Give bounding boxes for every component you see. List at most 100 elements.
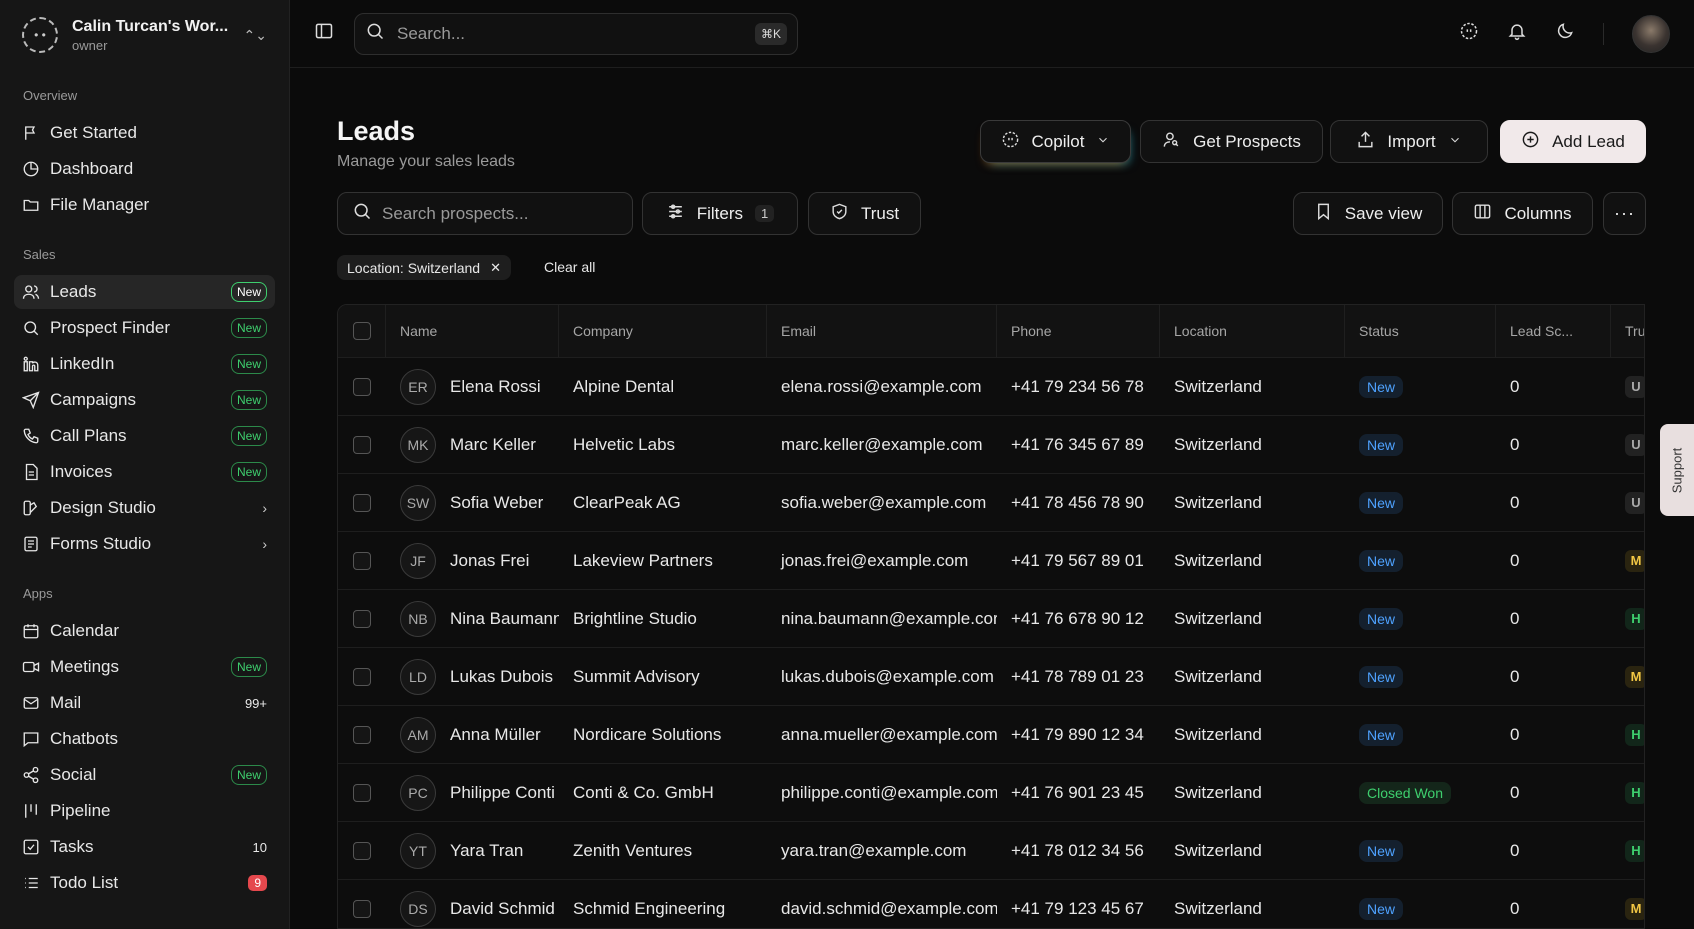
lead-name[interactable]: Anna Müller bbox=[450, 725, 541, 745]
phone-cell: +41 78 012 34 56 bbox=[1011, 840, 1144, 860]
row-select-cell bbox=[338, 532, 386, 589]
support-tab[interactable]: Support bbox=[1660, 424, 1694, 516]
save-view-button[interactable]: Save view bbox=[1293, 192, 1443, 235]
lead-name[interactable]: Lukas Dubois bbox=[450, 667, 553, 687]
lead-name[interactable]: Philippe Conti bbox=[450, 783, 555, 803]
lead-name[interactable]: Sofia Weber bbox=[450, 493, 543, 513]
sidebar-item-linkedin[interactable]: LinkedIn New bbox=[14, 347, 275, 381]
table-row[interactable]: AM Anna Müller Nordicare Solutions anna.mue… bbox=[338, 706, 1644, 764]
sidebar-item-todo-list[interactable]: Todo List 9 bbox=[14, 866, 275, 900]
table-row[interactable]: NB Nina Baumann Brightline Studio nina.baum… bbox=[338, 590, 1644, 648]
trust-badge: M bbox=[1625, 665, 1644, 688]
new-badge: New bbox=[230, 390, 267, 410]
row-checkbox[interactable] bbox=[353, 493, 371, 512]
more-options-button[interactable]: ··· bbox=[1603, 192, 1646, 235]
column-header-status[interactable]: Status bbox=[1345, 305, 1496, 357]
trust-cell: U bbox=[1611, 358, 1644, 415]
status-cell: New bbox=[1345, 416, 1496, 473]
sidebar-item-forms-studio[interactable]: Forms Studio › bbox=[14, 527, 275, 561]
close-icon[interactable]: ✕ bbox=[490, 260, 501, 276]
lead-name[interactable]: Jonas Frei bbox=[450, 551, 529, 571]
sidebar-item-design-studio[interactable]: Design Studio › bbox=[14, 491, 275, 525]
lead-name[interactable]: Nina Baumann bbox=[450, 609, 559, 629]
table-row[interactable]: LD Lukas Dubois Summit Advisory lukas.duboi… bbox=[338, 648, 1644, 706]
avatar[interactable] bbox=[1632, 14, 1670, 53]
select-all-checkbox[interactable] bbox=[352, 322, 371, 340]
sidebar-item-file-manager[interactable]: File Manager bbox=[14, 188, 275, 222]
lead-name[interactable]: Marc Keller bbox=[450, 435, 536, 455]
column-header-location[interactable]: Location bbox=[1160, 305, 1345, 357]
topbar: Search... ⌘K bbox=[290, 0, 1694, 68]
sidebar-item-label: File Manager bbox=[50, 195, 150, 214]
status-cell: New bbox=[1345, 532, 1496, 589]
sidebar-item-mail[interactable]: Mail 99+ bbox=[14, 686, 275, 720]
get-prospects-button[interactable]: Get Prospects bbox=[1140, 120, 1323, 163]
lead-name[interactable]: Elena Rossi bbox=[450, 377, 541, 397]
prospect-search-placeholder: Search prospects... bbox=[382, 203, 529, 223]
global-search-input[interactable]: Search... ⌘K bbox=[354, 12, 798, 55]
moon-icon[interactable] bbox=[1555, 21, 1575, 46]
name-cell: ER Elena Rossi bbox=[386, 358, 559, 415]
column-header-lead-score[interactable]: Lead Sc... bbox=[1496, 305, 1611, 357]
sidebar-item-social[interactable]: Social New bbox=[14, 758, 275, 792]
column-header-phone[interactable]: Phone bbox=[997, 305, 1160, 357]
sidebar-item-campaigns[interactable]: Campaigns New bbox=[14, 383, 275, 417]
row-checkbox[interactable] bbox=[353, 609, 371, 628]
palette-icon bbox=[22, 499, 40, 517]
copilot-button[interactable]: Copilot bbox=[980, 120, 1131, 163]
row-checkbox[interactable] bbox=[353, 899, 371, 918]
column-header-company[interactable]: Company bbox=[559, 305, 767, 357]
table-row[interactable]: SW Sofia Weber ClearPeak AG sofia.weber@exa… bbox=[338, 474, 1644, 532]
row-checkbox[interactable] bbox=[353, 725, 371, 744]
filters-button[interactable]: Filters 1 bbox=[642, 192, 798, 235]
lead-name[interactable]: Yara Tran bbox=[450, 841, 523, 861]
table-row[interactable]: DS David Schmid Schmid Engineering david.sc… bbox=[338, 880, 1644, 928]
clear-all-link[interactable]: Clear all bbox=[544, 259, 595, 275]
filter-chip[interactable]: Location: Switzerland ✕ bbox=[337, 255, 511, 280]
sidebar-item-get-started[interactable]: Get Started bbox=[14, 116, 275, 150]
add-lead-button[interactable]: Add Lead bbox=[1500, 120, 1646, 163]
sidebar-item-chatbots[interactable]: Chatbots bbox=[14, 722, 275, 756]
search-icon bbox=[365, 21, 385, 46]
workspace-switcher[interactable]: • • Calin Turcan's Wor... owner ⌃⌄ bbox=[0, 0, 289, 70]
sidebar-item-dashboard[interactable]: Dashboard bbox=[14, 152, 275, 186]
row-checkbox[interactable] bbox=[353, 377, 371, 396]
row-checkbox[interactable] bbox=[353, 435, 371, 454]
avatar: YT bbox=[400, 832, 436, 869]
email-cell: jonas.frei@example.com bbox=[781, 550, 969, 570]
table-row[interactable]: JF Jonas Frei Lakeview Partners jonas.frei@… bbox=[338, 532, 1644, 590]
row-checkbox[interactable] bbox=[353, 783, 371, 802]
column-header-email[interactable]: Email bbox=[767, 305, 997, 357]
sidebar-item-call-plans[interactable]: Call Plans New bbox=[14, 419, 275, 453]
table-row[interactable]: PC Philippe Conti Conti & Co. GmbH philippe… bbox=[338, 764, 1644, 822]
sidebar-toggle-icon[interactable] bbox=[314, 21, 334, 46]
mail-icon bbox=[22, 694, 40, 712]
table-row[interactable]: YT Yara Tran Zenith Ventures yara.tran@exam… bbox=[338, 822, 1644, 880]
bell-icon[interactable] bbox=[1507, 21, 1527, 46]
email-cell: yara.tran@example.com bbox=[781, 840, 967, 860]
columns-button[interactable]: Columns bbox=[1452, 192, 1593, 235]
column-header-trust[interactable]: Tru bbox=[1611, 305, 1644, 357]
import-label: Import bbox=[1387, 131, 1436, 151]
prospect-search-input[interactable]: Search prospects... bbox=[337, 192, 633, 235]
table-row[interactable]: ER Elena Rossi Alpine Dental elena.rossi@ex… bbox=[338, 358, 1644, 416]
sidebar-item-invoices[interactable]: Invoices New bbox=[14, 455, 275, 489]
import-button[interactable]: Import bbox=[1330, 120, 1488, 163]
row-checkbox[interactable] bbox=[353, 667, 371, 686]
table-row[interactable]: MK Marc Keller Helvetic Labs marc.keller@ex… bbox=[338, 416, 1644, 474]
trust-button[interactable]: Trust bbox=[808, 192, 921, 235]
column-header-name[interactable]: Name bbox=[386, 305, 559, 357]
company-cell: Alpine Dental bbox=[573, 376, 675, 396]
sidebar-item-meetings[interactable]: Meetings New bbox=[14, 650, 275, 684]
lead-name[interactable]: David Schmid bbox=[450, 899, 555, 919]
sidebar-item-calendar[interactable]: Calendar bbox=[14, 614, 275, 648]
table-body: ER Elena Rossi Alpine Dental elena.rossi@ex… bbox=[338, 358, 1644, 928]
sidebar-item-tasks[interactable]: Tasks 10 bbox=[14, 830, 275, 864]
sidebar-item-pipeline[interactable]: Pipeline bbox=[14, 794, 275, 828]
row-checkbox[interactable] bbox=[353, 841, 371, 860]
row-checkbox[interactable] bbox=[353, 551, 371, 570]
sidebar-item-label: Social bbox=[50, 765, 97, 784]
sidebar-item-prospect-finder[interactable]: Prospect Finder New bbox=[14, 311, 275, 345]
sidebar-item-leads[interactable]: Leads New bbox=[14, 275, 275, 309]
copilot-icon[interactable] bbox=[1459, 21, 1479, 46]
